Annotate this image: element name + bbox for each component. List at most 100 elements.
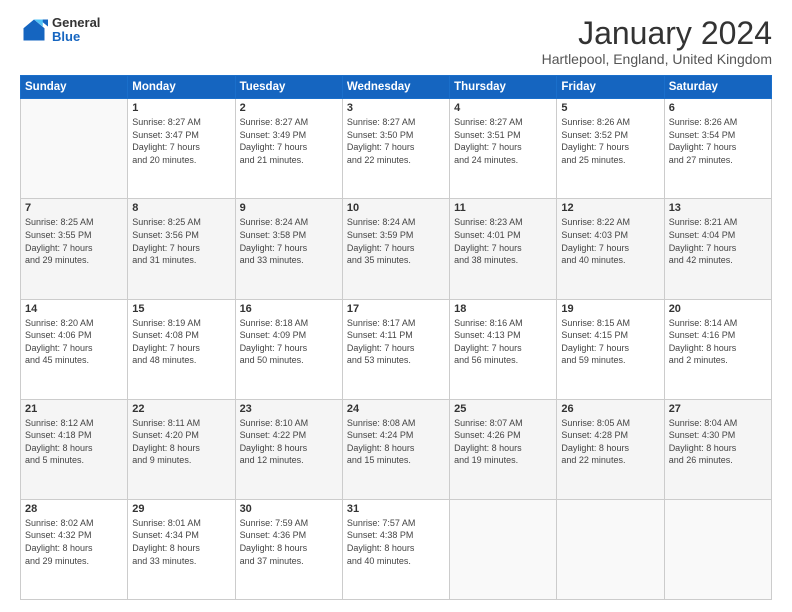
day-info: Sunrise: 8:26 AMSunset: 3:54 PMDaylight:… xyxy=(669,116,767,166)
day-info: Sunrise: 8:27 AMSunset: 3:49 PMDaylight:… xyxy=(240,116,338,166)
table-row: 13 Sunrise: 8:21 AMSunset: 4:04 PMDayligh… xyxy=(664,199,771,299)
table-row: 22 Sunrise: 8:11 AMSunset: 4:20 PMDayligh… xyxy=(128,399,235,499)
day-info: Sunrise: 8:20 AMSunset: 4:06 PMDaylight:… xyxy=(25,317,123,367)
page: General Blue January 2024 Hartlepool, En… xyxy=(0,0,792,612)
table-row: 25 Sunrise: 8:07 AMSunset: 4:26 PMDayligh… xyxy=(450,399,557,499)
day-info: Sunrise: 8:10 AMSunset: 4:22 PMDaylight:… xyxy=(240,417,338,467)
day-info: Sunrise: 8:19 AMSunset: 4:08 PMDaylight:… xyxy=(132,317,230,367)
day-info: Sunrise: 8:24 AMSunset: 3:59 PMDaylight:… xyxy=(347,216,445,266)
day-info: Sunrise: 8:24 AMSunset: 3:58 PMDaylight:… xyxy=(240,216,338,266)
day-number: 3 xyxy=(347,102,445,114)
col-sunday: Sunday xyxy=(21,76,128,99)
day-info: Sunrise: 8:27 AMSunset: 3:50 PMDaylight:… xyxy=(347,116,445,166)
col-monday: Monday xyxy=(128,76,235,99)
day-number: 26 xyxy=(561,403,659,415)
day-info: Sunrise: 8:21 AMSunset: 4:04 PMDaylight:… xyxy=(669,216,767,266)
header: General Blue January 2024 Hartlepool, En… xyxy=(20,16,772,67)
table-row: 14 Sunrise: 8:20 AMSunset: 4:06 PMDayligh… xyxy=(21,299,128,399)
day-number: 30 xyxy=(240,503,338,515)
table-row: 8Sunrise: 8:25 AMSunset: 3:56 PMDaylight… xyxy=(128,199,235,299)
table-row: 21Sunrise: 8:12 AMSunset: 4:18 PMDayligh… xyxy=(21,399,128,499)
table-row: 26 Sunrise: 8:05 AMSunset: 4:28 PMDayligh… xyxy=(557,399,664,499)
day-number: 4 xyxy=(454,102,552,114)
day-number: 17 xyxy=(347,303,445,315)
logo: General Blue xyxy=(20,16,100,45)
day-number: 9 xyxy=(240,202,338,214)
day-number: 22 xyxy=(132,403,230,415)
day-number: 5 xyxy=(561,102,659,114)
table-row: 29 Sunrise: 8:01 AMSunset: 4:34 PMDayligh… xyxy=(128,499,235,599)
day-info: Sunrise: 8:18 AMSunset: 4:09 PMDaylight:… xyxy=(240,317,338,367)
day-info: Sunrise: 8:26 AMSunset: 3:52 PMDaylight:… xyxy=(561,116,659,166)
day-info: Sunrise: 8:07 AMSunset: 4:26 PMDaylight:… xyxy=(454,417,552,467)
day-info: Sunrise: 8:14 AMSunset: 4:16 PMDaylight:… xyxy=(669,317,767,367)
logo-blue: Blue xyxy=(52,30,100,44)
day-info: Sunrise: 8:25 AMSunset: 3:55 PMDaylight:… xyxy=(25,216,123,266)
table-row: 16 Sunrise: 8:18 AMSunset: 4:09 PMDayligh… xyxy=(235,299,342,399)
calendar-week-row: 7 Sunrise: 8:25 AMSunset: 3:55 PMDaylight… xyxy=(21,199,772,299)
day-number: 19 xyxy=(561,303,659,315)
table-row: 27 Sunrise: 8:04 AMSunset: 4:30 PMDayligh… xyxy=(664,399,771,499)
day-info: Sunrise: 8:02 AMSunset: 4:32 PMDaylight:… xyxy=(25,517,123,567)
day-number: 29 xyxy=(132,503,230,515)
day-number: 13 xyxy=(669,202,767,214)
table-row: 12 Sunrise: 8:22 AMSunset: 4:03 PMDayligh… xyxy=(557,199,664,299)
logo-text: General Blue xyxy=(52,16,100,45)
day-number: 31 xyxy=(347,503,445,515)
table-row: 5 Sunrise: 8:26 AMSunset: 3:52 PMDaylight… xyxy=(557,99,664,199)
table-row: 4 Sunrise: 8:27 AMSunset: 3:51 PMDaylight… xyxy=(450,99,557,199)
month-title: January 2024 xyxy=(542,16,772,51)
location: Hartlepool, England, United Kingdom xyxy=(542,51,772,67)
day-number: 7 xyxy=(25,202,123,214)
day-info: Sunrise: 8:27 AMSunset: 3:51 PMDaylight:… xyxy=(454,116,552,166)
table-row: 23 Sunrise: 8:10 AMSunset: 4:22 PMDayligh… xyxy=(235,399,342,499)
day-info: Sunrise: 7:59 AMSunset: 4:36 PMDaylight:… xyxy=(240,517,338,567)
table-row: 17Sunrise: 8:17 AMSunset: 4:11 PMDayligh… xyxy=(342,299,449,399)
day-number: 28 xyxy=(25,503,123,515)
day-info: Sunrise: 8:08 AMSunset: 4:24 PMDaylight:… xyxy=(347,417,445,467)
day-number: 15 xyxy=(132,303,230,315)
logo-icon xyxy=(20,16,48,44)
table-row: 24Sunrise: 8:08 AMSunset: 4:24 PMDayligh… xyxy=(342,399,449,499)
day-number: 20 xyxy=(669,303,767,315)
day-info: Sunrise: 8:11 AMSunset: 4:20 PMDaylight:… xyxy=(132,417,230,467)
day-number: 1 xyxy=(132,102,230,114)
table-row: 30 Sunrise: 7:59 AMSunset: 4:36 PMDayligh… xyxy=(235,499,342,599)
day-info: Sunrise: 7:57 AMSunset: 4:38 PMDaylight:… xyxy=(347,517,445,567)
calendar-week-row: 21Sunrise: 8:12 AMSunset: 4:18 PMDayligh… xyxy=(21,399,772,499)
table-row: 31 Sunrise: 7:57 AMSunset: 4:38 PMDayligh… xyxy=(342,499,449,599)
table-row: 6Sunrise: 8:26 AMSunset: 3:54 PMDaylight… xyxy=(664,99,771,199)
day-info: Sunrise: 8:16 AMSunset: 4:13 PMDaylight:… xyxy=(454,317,552,367)
table-row: 1 Sunrise: 8:27 AMSunset: 3:47 PMDaylight… xyxy=(128,99,235,199)
day-info: Sunrise: 8:27 AMSunset: 3:47 PMDaylight:… xyxy=(132,116,230,166)
day-number: 10 xyxy=(347,202,445,214)
day-info: Sunrise: 8:01 AMSunset: 4:34 PMDaylight:… xyxy=(132,517,230,567)
col-wednesday: Wednesday xyxy=(342,76,449,99)
table-row xyxy=(664,499,771,599)
header-row: Sunday Monday Tuesday Wednesday Thursday… xyxy=(21,76,772,99)
title-section: January 2024 Hartlepool, England, United… xyxy=(542,16,772,67)
table-row: 10 Sunrise: 8:24 AMSunset: 3:59 PMDayligh… xyxy=(342,199,449,299)
table-row xyxy=(557,499,664,599)
day-info: Sunrise: 8:04 AMSunset: 4:30 PMDaylight:… xyxy=(669,417,767,467)
day-info: Sunrise: 8:05 AMSunset: 4:28 PMDaylight:… xyxy=(561,417,659,467)
calendar: Sunday Monday Tuesday Wednesday Thursday… xyxy=(20,75,772,600)
day-number: 25 xyxy=(454,403,552,415)
day-number: 23 xyxy=(240,403,338,415)
day-number: 16 xyxy=(240,303,338,315)
table-row: 15 Sunrise: 8:19 AMSunset: 4:08 PMDayligh… xyxy=(128,299,235,399)
col-saturday: Saturday xyxy=(664,76,771,99)
day-info: Sunrise: 8:22 AMSunset: 4:03 PMDaylight:… xyxy=(561,216,659,266)
day-number: 18 xyxy=(454,303,552,315)
col-friday: Friday xyxy=(557,76,664,99)
table-row: 11 Sunrise: 8:23 AMSunset: 4:01 PMDayligh… xyxy=(450,199,557,299)
logo-general: General xyxy=(52,16,100,30)
day-number: 11 xyxy=(454,202,552,214)
day-number: 8 xyxy=(132,202,230,214)
day-info: Sunrise: 8:23 AMSunset: 4:01 PMDaylight:… xyxy=(454,216,552,266)
day-number: 27 xyxy=(669,403,767,415)
calendar-week-row: 1 Sunrise: 8:27 AMSunset: 3:47 PMDaylight… xyxy=(21,99,772,199)
day-number: 21 xyxy=(25,403,123,415)
day-number: 14 xyxy=(25,303,123,315)
day-number: 12 xyxy=(561,202,659,214)
